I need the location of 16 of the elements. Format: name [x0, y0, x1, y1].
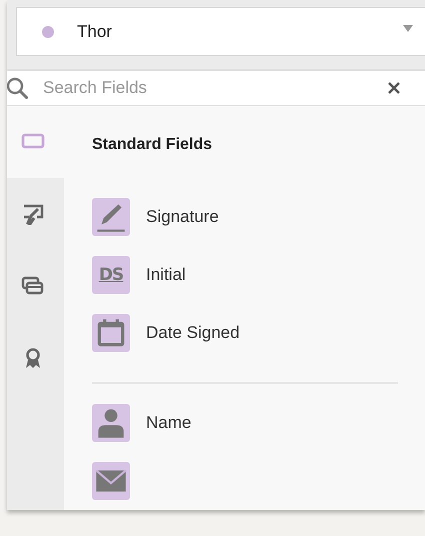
calendar-icon — [92, 314, 130, 352]
section-title: Standard Fields — [92, 136, 214, 154]
field-item[interactable]: Name — [146, 413, 192, 433]
field-item[interactable]: Initial — [146, 265, 186, 285]
pen-icon — [92, 198, 130, 236]
field-item[interactable]: Signature — [146, 207, 219, 227]
initials-icon: DS — [92, 256, 130, 294]
field-item[interactable]: Date Signed — [146, 323, 240, 343]
recipient-dropdown[interactable]: Thor — [16, 7, 425, 56]
person-icon — [92, 404, 130, 442]
cards-icon[interactable] — [20, 275, 44, 297]
envelope-icon — [92, 462, 130, 500]
search-bar[interactable]: Search Fields — [7, 71, 425, 106]
caret-icon — [403, 25, 413, 32]
search-field[interactable]: Search Fields — [41, 77, 381, 99]
search-icon — [7, 77, 28, 99]
